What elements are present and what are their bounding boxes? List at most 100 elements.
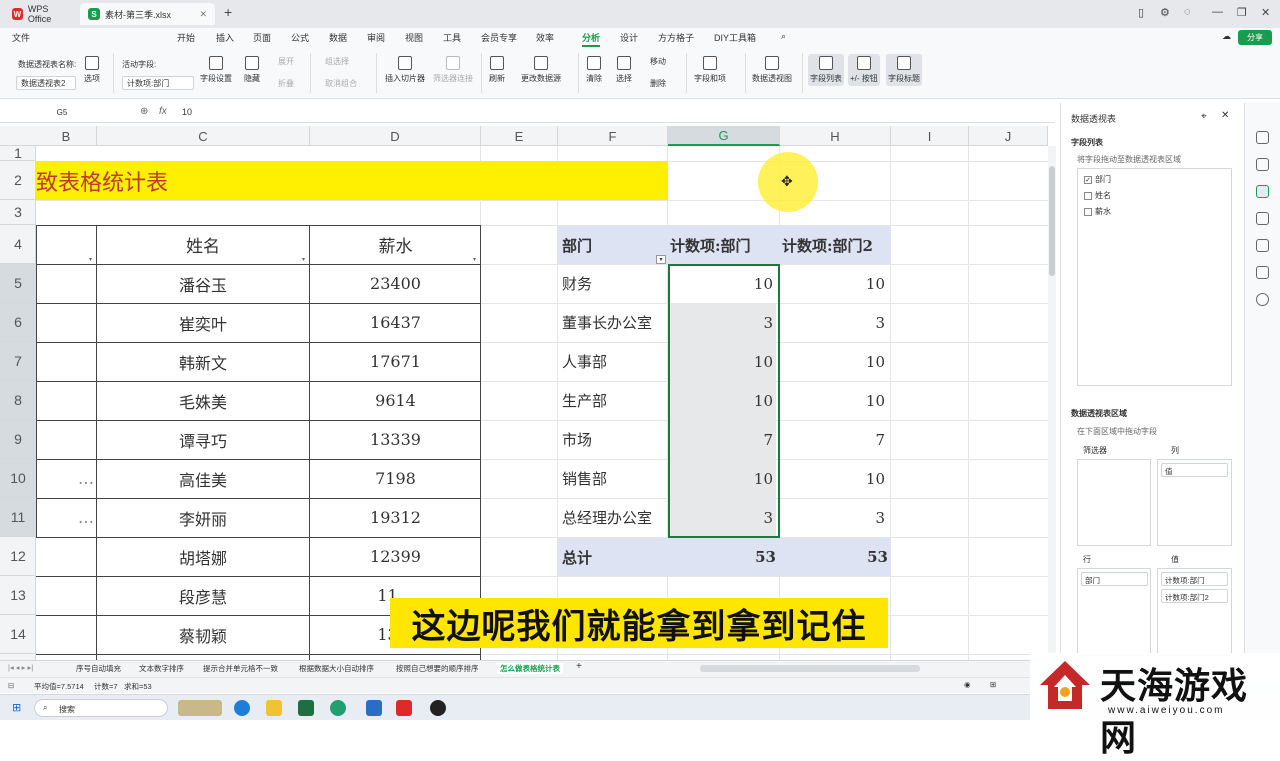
name-cell[interactable]: 蔡韧颖 bbox=[97, 615, 309, 654]
collapse-button[interactable]: 折叠 bbox=[278, 78, 294, 89]
row-area[interactable]: 部门 bbox=[1077, 568, 1151, 656]
field-item-dept[interactable]: ✓ 部门 bbox=[1084, 174, 1111, 185]
tab-nav-icon[interactable]: |◂ ◂ ▸ ▸| bbox=[8, 663, 33, 672]
pivot-dept-cell[interactable]: 人事部 bbox=[562, 342, 666, 381]
field-settings-button[interactable]: 字段设置 bbox=[200, 56, 232, 84]
pivot-header-count1[interactable]: 计数项:部门 bbox=[670, 226, 780, 264]
b-cell[interactable] bbox=[36, 264, 96, 303]
name-cell[interactable]: 段彦慧 bbox=[97, 576, 309, 615]
horizontal-scrollbar[interactable] bbox=[700, 665, 920, 672]
search-icon[interactable]: ⌕ bbox=[781, 31, 786, 42]
column-area[interactable]: 值 bbox=[1157, 459, 1232, 546]
checkbox-icon[interactable] bbox=[1084, 207, 1092, 216]
select-button[interactable]: 选择 bbox=[616, 56, 632, 84]
salary-cell[interactable]: 17671 bbox=[310, 342, 481, 381]
checkbox-icon[interactable] bbox=[1084, 191, 1092, 200]
name-cell[interactable]: 毛姝美 bbox=[97, 381, 309, 420]
b-cell[interactable] bbox=[36, 381, 96, 420]
menu-diy[interactable]: DIY工具箱 bbox=[714, 31, 756, 44]
restore-icon[interactable]: ❐ bbox=[1237, 6, 1247, 19]
windows-start-icon[interactable]: ⊞ bbox=[12, 701, 21, 714]
col-header-c[interactable]: C bbox=[97, 126, 310, 146]
pivot-count2-cell[interactable]: 10 bbox=[780, 381, 888, 420]
menu-view[interactable]: 视图 bbox=[405, 31, 423, 44]
clear-button[interactable]: 清除 bbox=[586, 56, 602, 84]
tools-icon[interactable] bbox=[1256, 239, 1269, 252]
b-cell[interactable] bbox=[36, 342, 96, 381]
b-cell[interactable] bbox=[36, 420, 96, 459]
menu-analyze[interactable]: 分析 bbox=[582, 31, 601, 47]
menu-tools[interactable]: 工具 bbox=[443, 31, 461, 44]
pivot-filter-icon[interactable]: ▾ bbox=[656, 255, 666, 264]
plus-minus-button[interactable]: +/- 按钮 bbox=[848, 54, 880, 86]
layout-icon[interactable]: ▯ bbox=[1138, 6, 1144, 19]
name-cell[interactable]: 李妍丽 bbox=[97, 498, 309, 537]
group-select-button[interactable]: 组选择 bbox=[325, 56, 349, 67]
select-tool-icon[interactable] bbox=[1256, 131, 1269, 144]
row-header[interactable]: 2 bbox=[0, 161, 36, 200]
wps-taskbar-icon[interactable] bbox=[396, 700, 412, 716]
pivot-total-count2[interactable]: 53 bbox=[780, 538, 888, 576]
pivot-dept-cell[interactable]: 财务 bbox=[562, 264, 666, 303]
row-header[interactable]: 8 bbox=[0, 381, 36, 420]
col-header-j[interactable]: J bbox=[969, 126, 1048, 146]
row-item[interactable]: 部门 bbox=[1081, 572, 1148, 586]
pivot-header-dept[interactable]: 部门 bbox=[562, 226, 662, 264]
cancel-group-button[interactable]: 取消组合 bbox=[325, 78, 357, 89]
salary-cell[interactable]: 7198 bbox=[310, 459, 481, 498]
change-source-button[interactable]: 更改数据源 bbox=[521, 56, 561, 84]
fields-items-button[interactable]: 字段和项 bbox=[694, 56, 726, 84]
menu-insert[interactable]: 插入 bbox=[216, 31, 234, 44]
salary-cell[interactable]: 9614 bbox=[310, 381, 481, 420]
row-header[interactable]: 7 bbox=[0, 342, 36, 381]
folder-icon[interactable] bbox=[266, 700, 282, 716]
row-header[interactable]: 11 bbox=[0, 498, 36, 537]
pivot-total-label[interactable]: 总计 bbox=[562, 538, 662, 576]
view-icon[interactable]: ◉ bbox=[964, 680, 971, 689]
move-button[interactable]: 移动 bbox=[650, 56, 666, 67]
col-header-g[interactable]: G bbox=[668, 126, 780, 146]
excel-icon[interactable] bbox=[298, 700, 314, 716]
name-cell[interactable]: 胡塔娜 bbox=[97, 537, 309, 576]
row-header[interactable]: 3 bbox=[0, 200, 36, 225]
b-cell[interactable] bbox=[36, 303, 96, 342]
scrollbar-thumb[interactable] bbox=[1049, 166, 1055, 276]
sheet-tab[interactable]: 序号自动填充 bbox=[76, 663, 121, 674]
delete-button[interactable]: 删除 bbox=[650, 78, 666, 89]
zoom-icon[interactable]: ⊕ bbox=[140, 106, 148, 117]
add-sheet-icon[interactable]: + bbox=[576, 661, 582, 672]
header-salary[interactable]: 薪水 bbox=[310, 225, 481, 264]
row-header[interactable]: 1 bbox=[0, 145, 36, 161]
help-icon[interactable] bbox=[1256, 293, 1269, 306]
close-panel-icon[interactable]: ✕ bbox=[1221, 110, 1229, 121]
pivot-chart-button[interactable]: 数据透视图 bbox=[752, 56, 792, 84]
pivot-count2-cell[interactable]: 10 bbox=[780, 264, 888, 303]
row-header[interactable]: 13 bbox=[0, 576, 36, 615]
edge-icon[interactable] bbox=[234, 700, 250, 716]
col-header-h[interactable]: H bbox=[780, 126, 891, 146]
filter-dropdown-icon[interactable]: ▾ bbox=[473, 256, 476, 263]
salary-cell[interactable]: 19312 bbox=[310, 498, 481, 537]
sheet-tab[interactable]: 根据数据大小自动排序 bbox=[299, 663, 374, 674]
formula-input[interactable]: 10 bbox=[182, 107, 192, 117]
hide-button[interactable]: 隐藏 bbox=[244, 56, 260, 84]
salary-cell[interactable]: 16437 bbox=[310, 303, 481, 342]
salary-cell[interactable]: 13339 bbox=[310, 420, 481, 459]
sheet-tab[interactable]: 提示合并单元格不一致 bbox=[203, 663, 278, 674]
col-header-e[interactable]: E bbox=[481, 126, 558, 146]
field-header-button[interactable]: 字段标题 bbox=[886, 54, 922, 86]
user-icon[interactable]: ◌ bbox=[1184, 6, 1191, 18]
pivot-dept-cell[interactable]: 销售部 bbox=[562, 459, 666, 498]
pivot-dept-cell[interactable]: 市场 bbox=[562, 420, 666, 459]
header-name[interactable]: 姓名 bbox=[97, 225, 309, 264]
backup-icon[interactable] bbox=[1256, 266, 1269, 279]
menu-file[interactable]: 文件 bbox=[12, 31, 30, 44]
pivot-name-input[interactable]: 数据透视表2 bbox=[16, 76, 76, 90]
pin-icon[interactable]: ⌖ bbox=[1201, 111, 1207, 122]
close-window-icon[interactable]: ✕ bbox=[1261, 6, 1270, 19]
name-cell[interactable]: 谭寻巧 bbox=[97, 420, 309, 459]
share-button[interactable]: 分享 bbox=[1238, 30, 1272, 45]
value-area[interactable]: 计数项:部门 计数项:部门2 bbox=[1157, 568, 1232, 656]
pivot-dept-cell[interactable]: 董事长办公室 bbox=[562, 303, 666, 342]
new-tab-icon[interactable]: + bbox=[224, 4, 232, 20]
